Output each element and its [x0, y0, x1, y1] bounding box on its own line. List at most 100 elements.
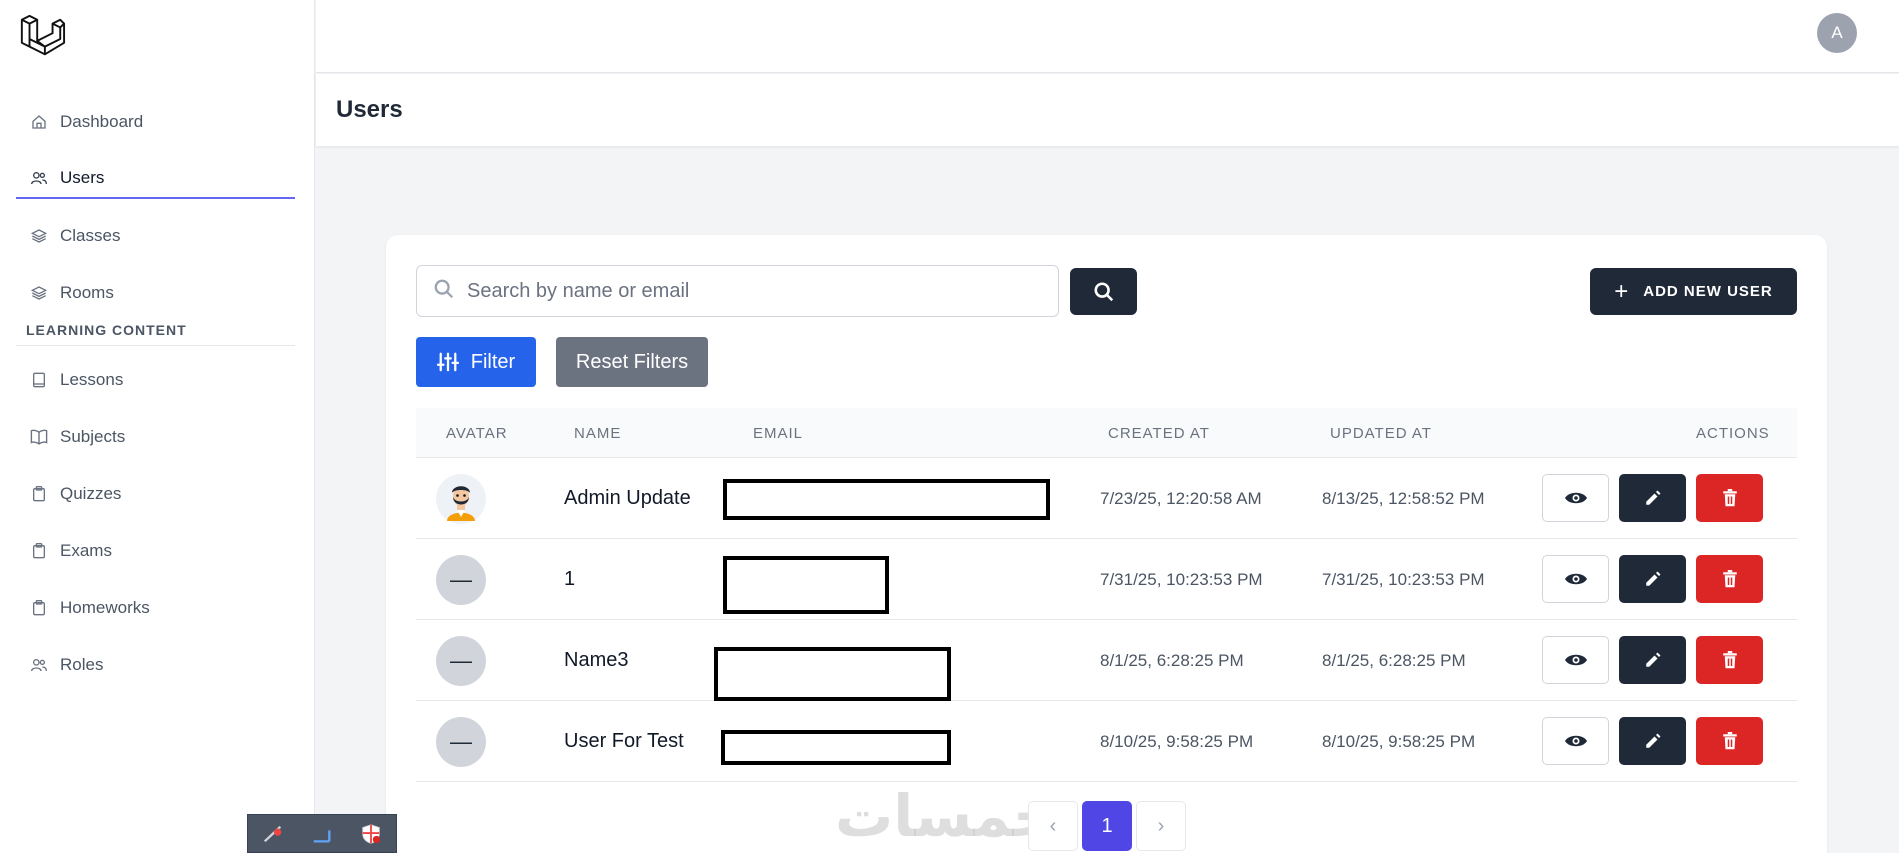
sliders-icon [436, 352, 459, 372]
book-icon [30, 371, 48, 389]
reset-filters-button[interactable]: Reset Filters [556, 337, 708, 387]
add-new-user-button[interactable]: + ADD NEW USER [1590, 268, 1797, 315]
column-header-actions: ACTIONS [1696, 425, 1770, 442]
trash-icon [1722, 570, 1737, 588]
pencil-icon [1645, 652, 1660, 667]
eye-icon [1564, 492, 1587, 504]
system-tray [247, 814, 397, 853]
redacted-email [721, 730, 951, 765]
pagination-page-1[interactable]: 1 [1082, 801, 1132, 851]
edit-button[interactable] [1619, 474, 1686, 522]
sidebar-item-classes[interactable]: Classes [16, 216, 295, 256]
filter-label: Filter [470, 350, 516, 373]
section-divider [16, 345, 295, 346]
avatar-placeholder: — [436, 635, 486, 686]
watermark-logo: خمسات [835, 782, 1055, 850]
security-shield-icon[interactable] [360, 823, 382, 845]
page-title: Users [336, 96, 403, 123]
search-icon [433, 278, 455, 305]
laravel-logo-icon[interactable] [18, 14, 66, 62]
eye-icon [1564, 573, 1587, 585]
table-row: — Name3 8/1/25, 6:28:25 PM 8/1/25, 6:28:… [416, 620, 1797, 701]
network-icon[interactable] [262, 823, 284, 845]
view-button[interactable] [1542, 717, 1609, 765]
sidebar-item-label: Exams [60, 541, 112, 560]
search-input[interactable] [467, 279, 1027, 303]
pagination-prev-button[interactable]: ‹ [1028, 801, 1078, 851]
column-header-name: NAME [574, 425, 622, 442]
redacted-email [714, 647, 951, 701]
user-avatar[interactable]: A [1817, 13, 1857, 53]
sidebar-item-roles[interactable]: Roles [16, 645, 295, 685]
sidebar-item-label: Dashboard [60, 112, 144, 131]
search-icon [1093, 281, 1113, 301]
view-button[interactable] [1542, 555, 1609, 603]
pencil-icon [1645, 571, 1660, 586]
table-row: — 1 7/31/25, 10:23:53 PM 7/31/25, 10:23:… [416, 539, 1797, 620]
eye-icon [1564, 735, 1587, 747]
delete-button[interactable] [1696, 555, 1763, 603]
user-name: User For Test [564, 730, 684, 752]
filter-button[interactable]: Filter [416, 337, 536, 387]
input-indicator-icon[interactable] [311, 823, 333, 845]
delete-button[interactable] [1696, 717, 1763, 765]
user-avatar-image [436, 473, 486, 524]
delete-button[interactable] [1696, 474, 1763, 522]
sidebar-item-label: Rooms [60, 283, 114, 302]
sidebar-item-label: Users [60, 168, 105, 187]
page-header: Users [316, 74, 1899, 146]
table-row: Admin Update 7/23/25, 12:20:58 AM 8/13/2… [416, 458, 1797, 539]
edit-button[interactable] [1619, 717, 1686, 765]
user-name: Name3 [564, 649, 629, 671]
edit-button[interactable] [1619, 555, 1686, 603]
view-button[interactable] [1542, 636, 1609, 684]
updated-at: 8/1/25, 6:28:25 PM [1322, 650, 1466, 670]
created-at: 7/31/25, 10:23:53 PM [1100, 569, 1263, 589]
users-icon [30, 656, 48, 674]
view-button[interactable] [1542, 474, 1609, 522]
top-bar: A [316, 0, 1899, 73]
table-header: AVATAR NAME EMAIL CREATED AT UPDATED AT … [416, 408, 1797, 458]
sidebar-item-rooms[interactable]: Rooms [16, 273, 295, 313]
eye-icon [1564, 654, 1587, 666]
sidebar-item-exams[interactable]: Exams [16, 531, 295, 571]
sidebar-item-label: Homeworks [60, 598, 150, 617]
sidebar-item-users[interactable]: Users [16, 159, 295, 199]
sidebar-item-quizzes[interactable]: Quizzes [16, 474, 295, 514]
created-at: 8/10/25, 9:58:25 PM [1100, 731, 1254, 751]
users-icon [30, 169, 48, 187]
sidebar-item-label: Subjects [60, 427, 126, 446]
redacted-email [723, 479, 1050, 520]
sidebar-item-homeworks[interactable]: Homeworks [16, 588, 295, 628]
pagination-next-button[interactable]: › [1136, 801, 1186, 851]
search-button[interactable] [1070, 268, 1137, 315]
created-at: 7/23/25, 12:20:58 AM [1100, 488, 1262, 508]
redacted-email [723, 556, 889, 614]
search-box[interactable] [416, 265, 1059, 317]
avatar-placeholder: — [436, 554, 486, 605]
user-name: Admin Update [564, 487, 691, 509]
trash-icon [1722, 489, 1737, 507]
users-card: + ADD NEW USER Filter Reset Filters AVAT… [386, 235, 1827, 853]
updated-at: 8/13/25, 12:58:52 PM [1322, 488, 1485, 508]
clipboard-icon [30, 599, 48, 617]
sidebar-item-subjects[interactable]: Subjects [16, 417, 295, 457]
column-header-avatar: AVATAR [446, 425, 508, 442]
layers-icon [30, 284, 48, 302]
plus-icon: + [1614, 277, 1630, 305]
sidebar: Dashboard Users Classes Rooms LEARNING C… [0, 0, 315, 853]
trash-icon [1722, 651, 1737, 669]
pencil-icon [1645, 733, 1660, 748]
pencil-icon [1645, 490, 1660, 505]
delete-button[interactable] [1696, 636, 1763, 684]
clipboard-icon [30, 542, 48, 560]
sidebar-item-dashboard[interactable]: Dashboard [16, 102, 295, 142]
edit-button[interactable] [1619, 636, 1686, 684]
section-title: LEARNING CONTENT [26, 322, 187, 338]
column-header-updated-at: UPDATED AT [1330, 425, 1432, 442]
clipboard-icon [30, 485, 48, 503]
updated-at: 8/10/25, 9:58:25 PM [1322, 731, 1476, 751]
open-book-icon [30, 428, 48, 446]
sidebar-item-lessons[interactable]: Lessons [16, 360, 295, 400]
table-row: — User For Test 8/10/25, 9:58:25 PM 8/10… [416, 701, 1797, 782]
